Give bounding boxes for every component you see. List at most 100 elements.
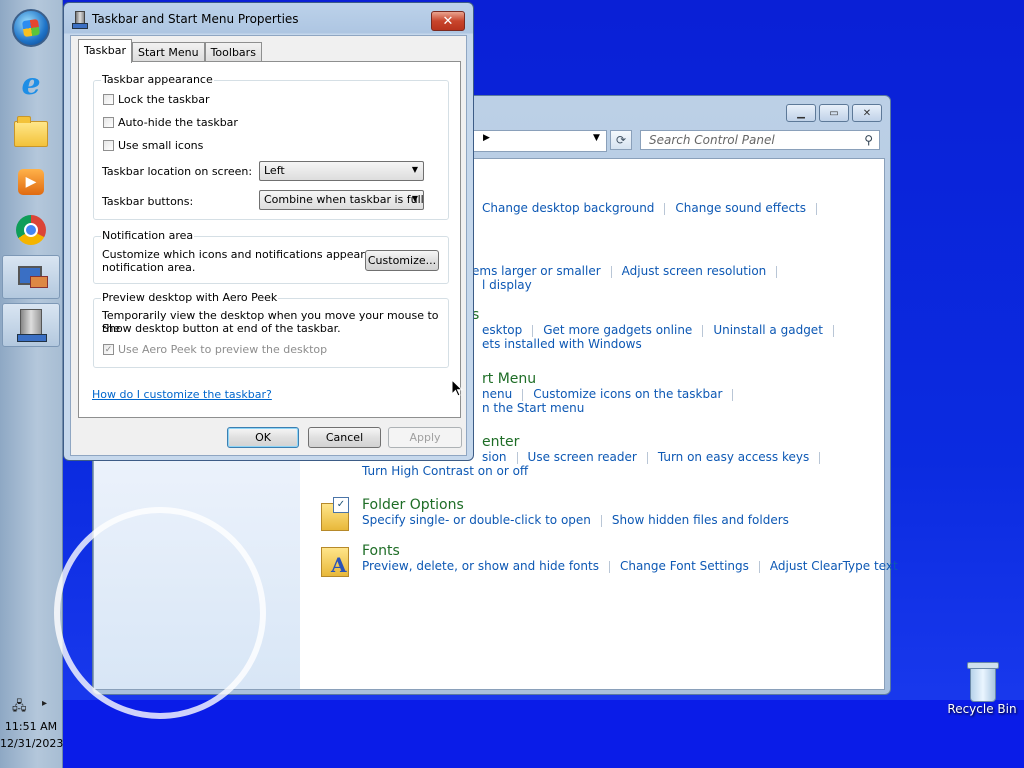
desktop-bottom-strip	[62, 700, 1024, 768]
dialog-close-button[interactable]: ✕	[431, 11, 465, 31]
category-folder-options: Folder Options Specify single- or double…	[362, 497, 789, 527]
link-easy-access-keys[interactable]: Turn on easy access keys	[658, 450, 809, 464]
maximize-button[interactable]: ▭	[819, 104, 849, 122]
recycle-bin[interactable]: Recycle Bin	[946, 660, 1018, 716]
category-display: ems larger or smaller Adjust screen reso…	[472, 264, 787, 292]
search-placeholder: Search Control Panel	[649, 133, 775, 147]
close-button[interactable]: ✕	[852, 104, 882, 122]
lock-taskbar-row[interactable]: Lock the taskbar	[103, 93, 210, 106]
category-taskbar-start-menu: rt Menu nenu Customize icons on the task…	[482, 371, 743, 415]
taskbar: e ▶ 🖧 ▸ 11:51 AM 12/31/2023	[0, 0, 63, 768]
ok-button[interactable]: OK	[227, 427, 299, 448]
chevron-down-icon: ▼	[411, 165, 418, 174]
link-start-menu[interactable]: n the Start menu	[482, 401, 584, 415]
location-value: Left	[264, 164, 285, 177]
buttons-label: Taskbar buttons:	[102, 195, 194, 208]
link-single-double-click[interactable]: Specify single- or double-click to open	[362, 513, 591, 527]
link-preview-fonts[interactable]: Preview, delete, or show and hide fonts	[362, 559, 599, 573]
folder-icon	[14, 116, 48, 147]
aero-text-line2: Show desktop button at end of the taskba…	[102, 322, 341, 335]
search-icon[interactable]: ⚲	[864, 133, 873, 147]
help-link[interactable]: How do I customize the taskbar?	[92, 388, 272, 401]
taskbar-file-explorer[interactable]	[2, 112, 60, 156]
small-icons-checkbox[interactable]	[103, 140, 114, 151]
folder-options-icon[interactable]: ✓	[321, 497, 351, 531]
autohide-label: Auto-hide the taskbar	[118, 116, 238, 129]
taskbar-properties-dialog[interactable]	[2, 303, 60, 347]
group-aero-peek: Preview desktop with Aero Peek Temporari…	[93, 291, 449, 368]
taskbar-internet-explorer[interactable]: e	[2, 62, 60, 106]
category-title-folder-options[interactable]: Folder Options	[362, 497, 789, 513]
notification-text-line1: Customize which icons and notifications …	[102, 248, 400, 261]
link-change-sound-effects[interactable]: Change sound effects	[675, 201, 806, 215]
link-customize-taskbar-icons[interactable]: Customize icons on the taskbar	[533, 387, 722, 401]
link-adjust-screen-resolution[interactable]: Adjust screen resolution	[622, 264, 767, 278]
group-label-notification: Notification area	[101, 229, 195, 242]
media-player-icon: ▶	[18, 169, 44, 195]
dialog-tabs: Taskbar Start Menu Toolbars	[78, 39, 262, 63]
address-bar[interactable]	[473, 130, 607, 152]
internet-explorer-icon: e	[21, 66, 41, 102]
group-notification-area: Notification area Customize which icons …	[93, 229, 449, 284]
category-fonts: Fonts Preview, delete, or show and hide …	[362, 543, 898, 573]
taskbar-media-player[interactable]: ▶	[2, 160, 60, 204]
minimize-button[interactable]: ▁	[786, 104, 816, 122]
link-adjust-cleartype[interactable]: Adjust ClearType text	[770, 559, 898, 573]
link-show-hidden-files[interactable]: Show hidden files and folders	[612, 513, 789, 527]
lock-taskbar-checkbox[interactable]	[103, 94, 114, 105]
apply-button[interactable]: Apply	[388, 427, 462, 448]
breadcrumb-arrow-icon[interactable]: ▶	[483, 133, 490, 143]
link-display[interactable]: l display	[472, 278, 532, 292]
lock-taskbar-label: Lock the taskbar	[118, 93, 210, 106]
location-select[interactable]: Left ▼	[259, 161, 424, 181]
tab-toolbars[interactable]: Toolbars	[204, 42, 262, 62]
taskbar-buttons-value: Combine when taskbar is full	[264, 193, 424, 206]
tab-start-menu[interactable]: Start Menu	[132, 42, 205, 62]
small-icons-label: Use small icons	[118, 139, 204, 152]
link-customize-start-menu[interactable]: nenu	[482, 387, 512, 401]
small-icons-row[interactable]: Use small icons	[103, 139, 203, 152]
clock-date[interactable]: 12/31/2023	[0, 737, 63, 750]
autohide-row[interactable]: Auto-hide the taskbar	[103, 116, 238, 129]
link-use-screen-reader[interactable]: Use screen reader	[528, 450, 637, 464]
category-title-gadgets[interactable]: s	[472, 307, 844, 323]
taskbar-chrome[interactable]	[2, 208, 60, 252]
category-title-taskbar[interactable]: rt Menu	[482, 371, 743, 387]
network-icon[interactable]: 🖧	[12, 697, 28, 714]
aero-peek-checkbox[interactable]: ✓	[103, 344, 114, 355]
category-ease-of-access: enter sion Use screen reader Turn on eas…	[362, 434, 830, 478]
taskbar-buttons-select[interactable]: Combine when taskbar is full ▼	[259, 190, 424, 210]
customize-button[interactable]: Customize...	[365, 250, 439, 271]
control-panel-icon	[16, 264, 48, 290]
aero-peek-label: Use Aero Peek to preview the desktop	[118, 343, 328, 356]
fonts-icon[interactable]: A	[321, 543, 351, 577]
start-button[interactable]	[2, 6, 60, 50]
autohide-checkbox[interactable]	[103, 117, 114, 128]
chrome-icon	[16, 215, 46, 245]
taskbar-properties-icon	[17, 309, 47, 342]
notification-text-line2: notification area.	[102, 261, 196, 274]
category-title-ease-of-access[interactable]: enter	[482, 434, 830, 450]
taskbar-control-panel[interactable]	[2, 255, 60, 299]
link-high-contrast[interactable]: Turn High Contrast on or off	[362, 464, 528, 478]
link-add-gadgets[interactable]: esktop	[472, 323, 522, 337]
show-hidden-icons-arrow-icon[interactable]: ▸	[42, 698, 47, 709]
link-accommodate-vision[interactable]: sion	[482, 450, 507, 464]
group-taskbar-appearance: Taskbar appearance Lock the taskbar Auto…	[93, 73, 449, 220]
link-restore-gadgets[interactable]: ets installed with Windows	[472, 337, 642, 351]
aero-peek-row[interactable]: ✓ Use Aero Peek to preview the desktop	[103, 343, 327, 356]
link-uninstall-gadget[interactable]: Uninstall a gadget	[713, 323, 823, 337]
link-make-items-larger[interactable]: ems larger or smaller	[472, 264, 601, 278]
dialog-body: Taskbar Start Menu Toolbars Taskbar appe…	[70, 35, 467, 456]
link-change-desktop-background[interactable]: Change desktop background	[482, 201, 654, 215]
taskbar-properties-dialog: Taskbar and Start Menu Properties ✕ Task…	[63, 2, 474, 461]
cancel-button[interactable]: Cancel	[308, 427, 381, 448]
link-change-font-settings[interactable]: Change Font Settings	[620, 559, 749, 573]
address-dropdown-icon[interactable]: ▼	[593, 133, 600, 143]
refresh-button[interactable]: ⟳	[610, 130, 632, 150]
link-get-more-gadgets[interactable]: Get more gadgets online	[543, 323, 692, 337]
clock-time[interactable]: 11:51 AM	[0, 720, 62, 733]
search-input[interactable]: Search Control Panel ⚲	[640, 130, 880, 150]
tab-taskbar[interactable]: Taskbar	[78, 39, 132, 63]
category-title-fonts[interactable]: Fonts	[362, 543, 898, 559]
